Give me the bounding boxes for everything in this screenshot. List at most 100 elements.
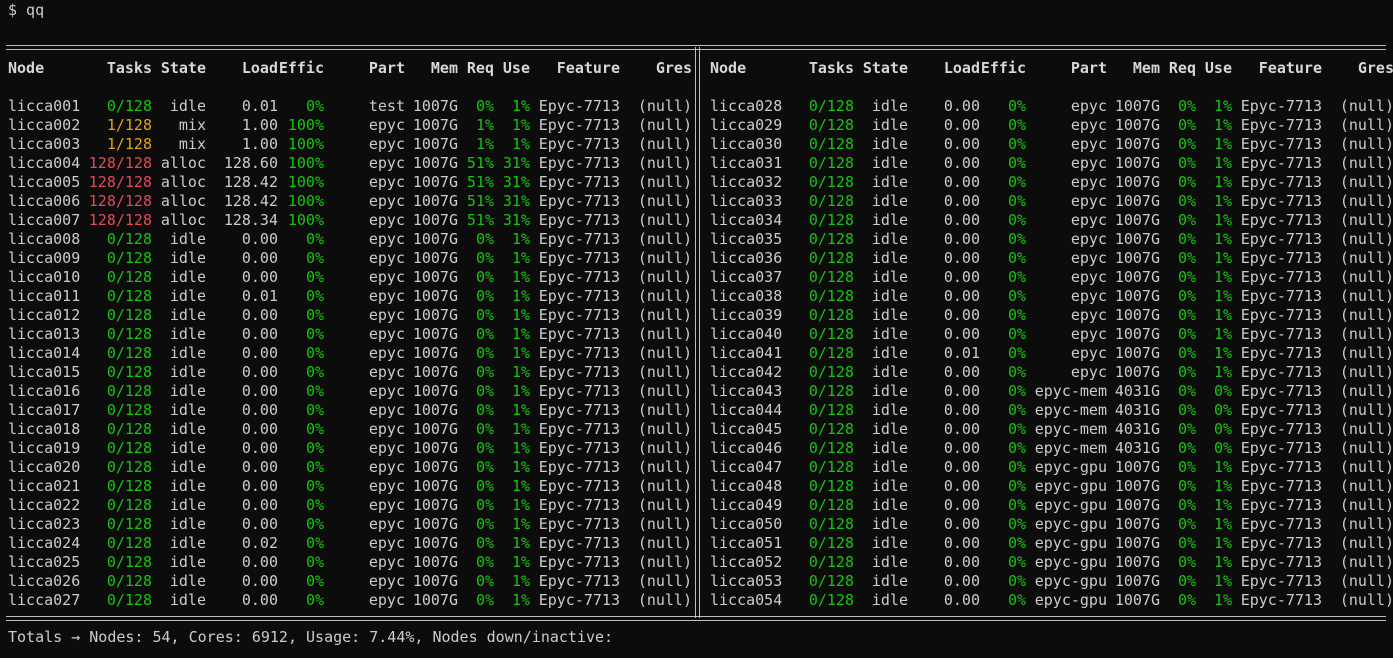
tasks-value: 128/128 [88, 173, 152, 191]
efficiency-value: 0% [1007, 401, 1026, 419]
mem-req-value: 0% [475, 572, 494, 590]
efficiency-value: 0% [1007, 211, 1026, 229]
bottom-rule [6, 616, 1386, 621]
mem-req-value: 51% [466, 211, 494, 229]
gres-value: (null) [1339, 325, 1393, 343]
efficiency-value: 100% [287, 211, 324, 229]
mem-req-value: 0% [1177, 534, 1196, 552]
header-part: Part [368, 59, 405, 77]
memory-value: 1007G [1114, 363, 1160, 381]
mem-req-value: 0% [475, 477, 494, 495]
mem-req-value: 0% [475, 363, 494, 381]
terminal-window[interactable]: $ qq Node Tasks State Load Effic Part Me… [0, 0, 1393, 658]
header-load: Load [943, 59, 980, 77]
feature-value: Epyc-7713 [1240, 154, 1322, 172]
table-row: licca051 0/128 idle 0.00 0% epyc-gpu 1007G 0% 1%… [710, 534, 1393, 553]
memory-value: 1007G [412, 458, 458, 476]
state-value: idle [169, 515, 206, 533]
efficiency-value: 0% [305, 363, 324, 381]
state-value: idle [169, 439, 206, 457]
node-name: licca012 [8, 306, 81, 324]
node-name: licca002 [8, 116, 81, 134]
memory-value: 4031G [1114, 439, 1160, 457]
table-row: licca036 0/128 idle 0.00 0% epyc 1007G 0% 1% Epyc… [710, 249, 1393, 268]
load-value: 0.00 [241, 496, 278, 514]
mem-req-value: 0% [1177, 439, 1196, 457]
gres-value: (null) [637, 325, 692, 343]
gres-value: (null) [1339, 458, 1393, 476]
node-name: licca013 [8, 325, 81, 343]
partition-value: epyc [1070, 211, 1107, 229]
memory-value: 1007G [412, 591, 458, 609]
tasks-value: 0/128 [808, 135, 854, 153]
partition-value: epyc [1070, 116, 1107, 134]
load-value: 0.00 [943, 268, 980, 286]
header-req: Req [1168, 59, 1196, 77]
tasks-value: 128/128 [88, 211, 152, 229]
feature-value: Epyc-7713 [1240, 553, 1322, 571]
mem-req-value: 0% [475, 496, 494, 514]
state-value: idle [871, 325, 908, 343]
memory-value: 1007G [412, 249, 458, 267]
node-name: licca028 [710, 97, 783, 115]
feature-value: Epyc-7713 [1240, 591, 1322, 609]
state-value: idle [871, 173, 908, 191]
table-row: licca038 0/128 idle 0.00 0% epyc 1007G 0% 1% Epyc… [710, 287, 1393, 306]
mem-use-value: 1% [511, 553, 530, 571]
memory-value: 1007G [1114, 344, 1160, 362]
gres-value: (null) [637, 97, 692, 115]
mem-use-value: 1% [1213, 97, 1232, 115]
mem-use-value: 1% [1213, 344, 1232, 362]
efficiency-value: 0% [1007, 420, 1026, 438]
gres-value: (null) [637, 154, 692, 172]
mem-use-value: 1% [511, 496, 530, 514]
tasks-value: 0/128 [808, 192, 854, 210]
mem-use-value: 0% [1213, 382, 1232, 400]
efficiency-value: 0% [1007, 572, 1026, 590]
node-name: licca035 [710, 230, 783, 248]
partition-value: epyc [1070, 230, 1107, 248]
table-row: licca046 0/128 idle 0.00 0% epyc-mem 4031G 0% 0%… [710, 439, 1393, 458]
feature-value: Epyc-7713 [1240, 173, 1322, 191]
efficiency-value: 0% [305, 591, 324, 609]
load-value: 128.34 [223, 211, 278, 229]
memory-value: 1007G [412, 420, 458, 438]
feature-value: Epyc-7713 [538, 420, 620, 438]
mem-use-value: 1% [1213, 458, 1232, 476]
efficiency-value: 0% [1007, 192, 1026, 210]
memory-value: 1007G [412, 287, 458, 305]
feature-value: Epyc-7713 [538, 268, 620, 286]
node-name: licca023 [8, 515, 81, 533]
mem-use-value: 1% [511, 268, 530, 286]
table-row: licca017 0/128 idle 0.00 0% epyc 1007G 0% 1% Epyc… [8, 401, 696, 420]
efficiency-value: 0% [1007, 287, 1026, 305]
mem-req-value: 0% [475, 344, 494, 362]
node-name: licca014 [8, 344, 81, 362]
mem-use-value: 1% [1213, 591, 1232, 609]
tasks-value: 0/128 [808, 230, 854, 248]
node-table-left: Node Tasks State Load Effic Part Mem Req… [8, 59, 696, 610]
partition-value: epyc-gpu [1034, 458, 1107, 476]
feature-value: Epyc-7713 [1240, 230, 1322, 248]
table-row: licca043 0/128 idle 0.00 0% epyc-mem 4031G 0% 0%… [710, 382, 1393, 401]
partition-value: epyc [1070, 192, 1107, 210]
mem-req-value: 0% [475, 401, 494, 419]
feature-value: Epyc-7713 [538, 173, 620, 191]
mem-use-value: 1% [511, 439, 530, 457]
state-value: idle [169, 496, 206, 514]
mem-req-value: 0% [1177, 344, 1196, 362]
node-name: licca009 [8, 249, 81, 267]
load-value: 0.00 [241, 553, 278, 571]
node-name: licca010 [8, 268, 81, 286]
command-prompt: $ qq [8, 1, 45, 19]
mem-use-value: 1% [1213, 306, 1232, 324]
node-name: licca006 [8, 192, 81, 210]
table-row: licca044 0/128 idle 0.00 0% epyc-mem 4031G 0% 0%… [710, 401, 1393, 420]
mem-req-value: 0% [475, 306, 494, 324]
feature-value: Epyc-7713 [538, 325, 620, 343]
feature-value: Epyc-7713 [538, 401, 620, 419]
table-row: licca015 0/128 idle 0.00 0% epyc 1007G 0% 1% Epyc… [8, 363, 696, 382]
state-value: idle [169, 287, 206, 305]
state-value: idle [871, 363, 908, 381]
mem-req-value: 0% [1177, 154, 1196, 172]
